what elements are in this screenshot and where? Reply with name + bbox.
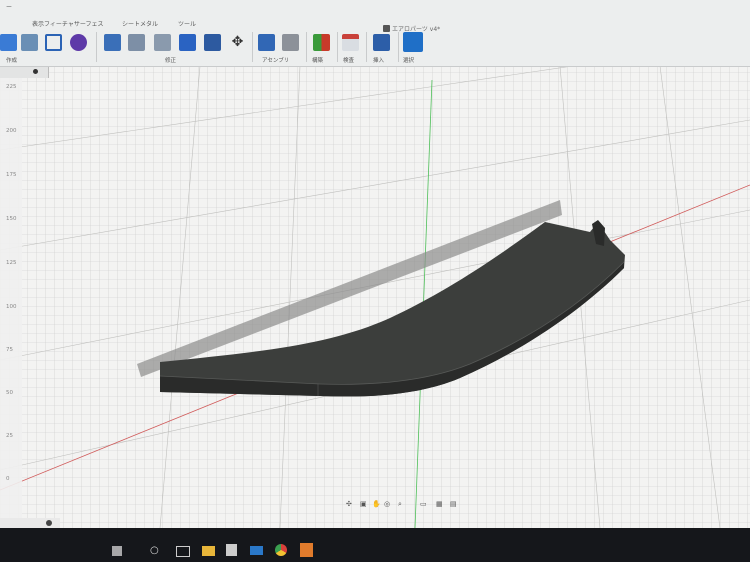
divider <box>337 32 338 62</box>
comments-bar[interactable] <box>0 518 60 528</box>
ruler-label: 150 <box>6 216 17 222</box>
measure-icon[interactable] <box>342 34 359 51</box>
divider <box>306 32 307 62</box>
fusion-icon[interactable] <box>300 543 313 557</box>
comments-icon[interactable] <box>46 520 52 526</box>
insert-image-icon[interactable] <box>373 34 390 51</box>
ruler-label: 75 <box>6 347 13 353</box>
file-explorer-icon[interactable] <box>202 546 215 556</box>
store-icon[interactable] <box>226 544 237 556</box>
new-component-icon[interactable] <box>258 34 275 51</box>
navigation-bar: ✣ ▣ ✋ ◎ ⌕ ▭ ▦ ▤ <box>342 498 462 512</box>
combine-icon[interactable] <box>179 34 196 51</box>
tab-tools[interactable]: ツール <box>178 19 196 28</box>
ruler-label: 25 <box>6 433 13 439</box>
divider <box>398 32 399 62</box>
search-icon[interactable]: ○ <box>150 545 159 556</box>
browser-collapse-icon[interactable] <box>33 69 38 74</box>
divider <box>252 32 253 62</box>
viewport[interactable] <box>0 66 750 528</box>
windows-icon[interactable] <box>112 546 122 556</box>
grid-plane <box>0 66 750 528</box>
tab-surface[interactable]: 表示フィーチャサーフェス <box>32 19 103 28</box>
pan-icon[interactable]: ▣ <box>360 500 367 508</box>
offset-plane-icon[interactable] <box>313 34 330 51</box>
group-label-construct[interactable]: 構築 <box>312 56 323 64</box>
group-label-insert[interactable]: 挿入 <box>373 56 384 64</box>
chrome-icon[interactable] <box>275 544 287 556</box>
ruler-label: 200 <box>6 128 17 134</box>
extrude-icon[interactable] <box>21 34 38 51</box>
ruler-label: 50 <box>6 390 13 396</box>
document-icon <box>383 25 390 32</box>
ruler-label: 100 <box>6 304 17 310</box>
viewport-icon[interactable]: ▤ <box>450 500 457 508</box>
ruler-label: 175 <box>6 172 17 178</box>
form-icon[interactable] <box>70 34 87 51</box>
fillet-icon[interactable] <box>128 34 145 51</box>
select-icon[interactable] <box>403 32 423 52</box>
task-view-icon[interactable] <box>176 546 190 557</box>
box-select-icon[interactable] <box>45 34 62 51</box>
press-pull-icon[interactable] <box>104 34 121 51</box>
grid-icon[interactable]: ▦ <box>436 500 443 508</box>
windows-taskbar: ○ <box>0 528 750 562</box>
shell-icon[interactable] <box>154 34 171 51</box>
zoom-icon[interactable]: ⌕ <box>398 500 402 509</box>
group-label-select[interactable]: 選択 <box>403 56 414 64</box>
viewport-scene <box>0 66 750 528</box>
tab-solid[interactable]: ー <box>6 2 12 11</box>
divider <box>366 32 367 62</box>
group-label-modify[interactable]: 修正 <box>165 56 176 64</box>
ribbon-toolbar: ー 表示フィーチャサーフェス シートメタル ツール エアロパーツ v4* ✥ 作… <box>0 0 750 67</box>
tab-sheet-metal[interactable]: シートメタル <box>122 19 158 28</box>
orbit-icon[interactable]: ✣ <box>346 500 352 508</box>
offset-face-icon[interactable] <box>204 34 221 51</box>
ruler-label: 0 <box>6 476 10 482</box>
left-ruler: 225 200 175 150 125 100 75 50 25 0 <box>0 78 22 528</box>
joint-icon[interactable] <box>282 34 299 51</box>
hand-icon[interactable]: ✋ <box>372 500 381 508</box>
group-label-assemble[interactable]: アセンブリ <box>262 56 289 64</box>
move-icon[interactable]: ✥ <box>229 34 246 51</box>
group-label-inspect[interactable]: 検査 <box>343 56 354 64</box>
display-icon[interactable]: ▭ <box>420 500 427 508</box>
ruler-label: 125 <box>6 260 17 266</box>
mail-icon[interactable] <box>250 546 263 555</box>
screen: 225 200 175 150 125 100 75 50 25 0 ー 表示フ… <box>0 0 750 562</box>
new-sketch-icon[interactable] <box>0 34 17 51</box>
ruler-label: 225 <box>6 84 17 90</box>
zoom-fit-icon[interactable]: ◎ <box>384 500 390 508</box>
divider <box>96 32 97 62</box>
browser-panel-tab[interactable] <box>0 66 49 78</box>
group-label-create[interactable]: 作成 <box>6 56 17 64</box>
